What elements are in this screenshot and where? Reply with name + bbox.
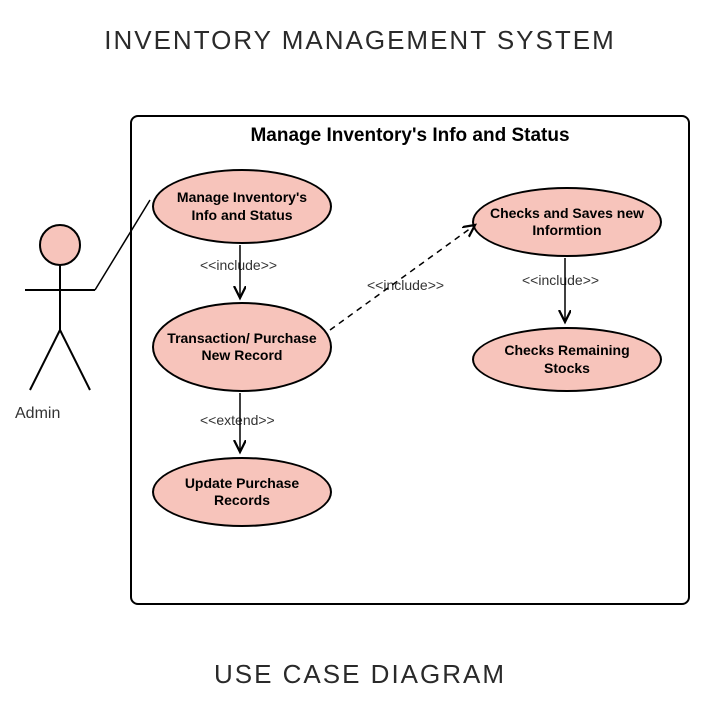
rel-include-1: <<include>>	[200, 257, 277, 273]
system-title: Manage Inventory's Info and Status	[132, 125, 688, 147]
rel-include-2: <<include>>	[367, 277, 444, 293]
system-boundary: Manage Inventory's Info and Status Manag…	[130, 115, 690, 605]
footer-title: USE CASE DIAGRAM	[0, 659, 720, 690]
usecase-transaction-purchase: Transaction/ Purchase New Record	[152, 302, 332, 392]
usecase-remaining-stocks: Checks Remaining Stocks	[472, 327, 662, 392]
usecase-manage-inventory: Manage Inventory's Info and Status	[152, 169, 332, 244]
rel-include-3: <<include>>	[522, 272, 599, 288]
rel-extend: <<extend>>	[200, 412, 275, 428]
page-title: INVENTORY MANAGEMENT SYSTEM	[0, 0, 720, 56]
usecase-checks-saves: Checks and Saves new Informtion	[472, 187, 662, 257]
actor-admin	[15, 220, 105, 420]
usecase-update-records: Update Purchase Records	[152, 457, 332, 527]
actor-label: Admin	[15, 405, 60, 423]
